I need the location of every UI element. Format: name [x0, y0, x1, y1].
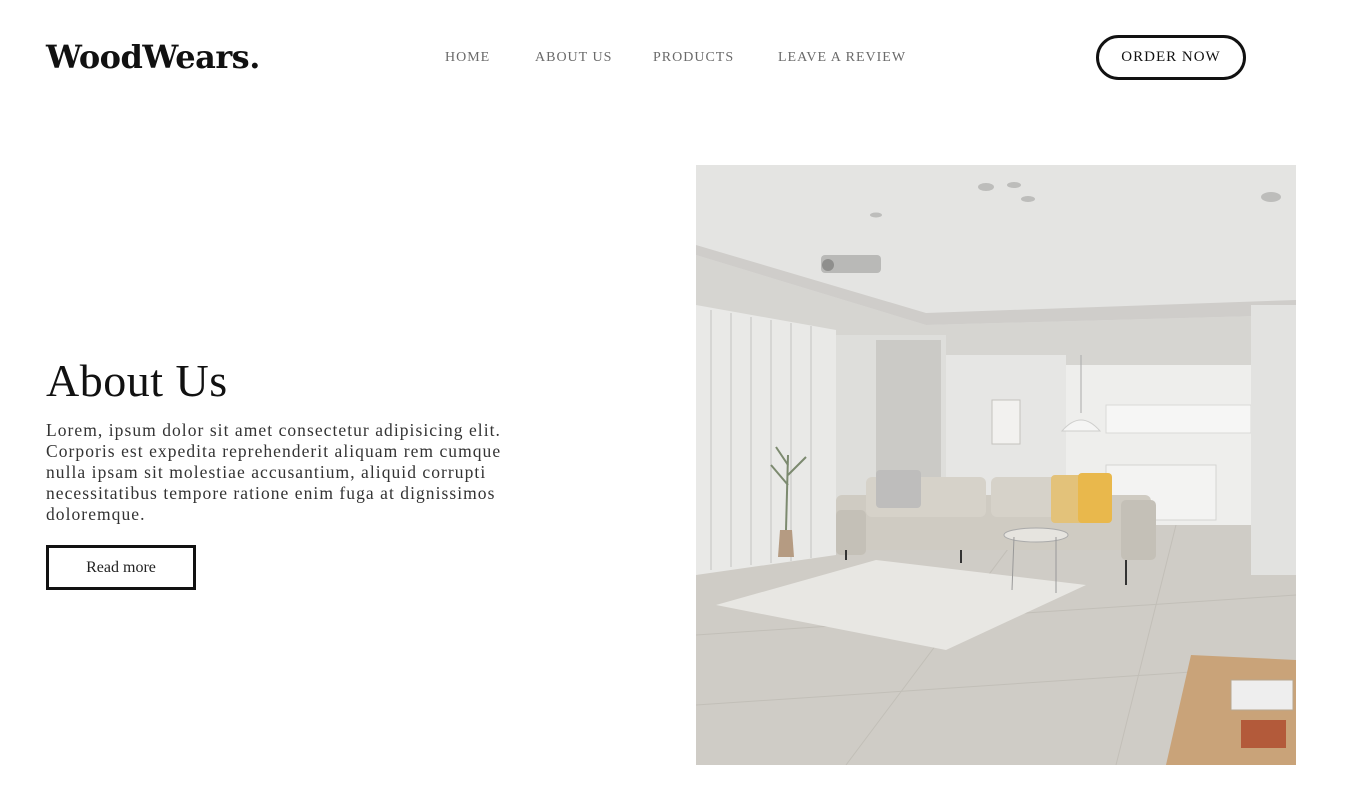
about-description: Lorem, ipsum dolor sit amet consectetur …	[46, 420, 502, 524]
nav-item-products[interactable]: PRODUCTS	[653, 50, 734, 66]
nav-item-home[interactable]: HOME	[445, 50, 490, 66]
read-more-button[interactable]: Read more	[46, 545, 196, 590]
living-room-image	[696, 165, 1296, 765]
order-now-button[interactable]: ORDER NOW	[1096, 35, 1246, 80]
page-title: About Us	[46, 355, 228, 406]
nav-item-leave-a-review[interactable]: LEAVE A REVIEW	[778, 50, 906, 66]
nav-item-about-us[interactable]: ABOUT US	[535, 50, 612, 66]
